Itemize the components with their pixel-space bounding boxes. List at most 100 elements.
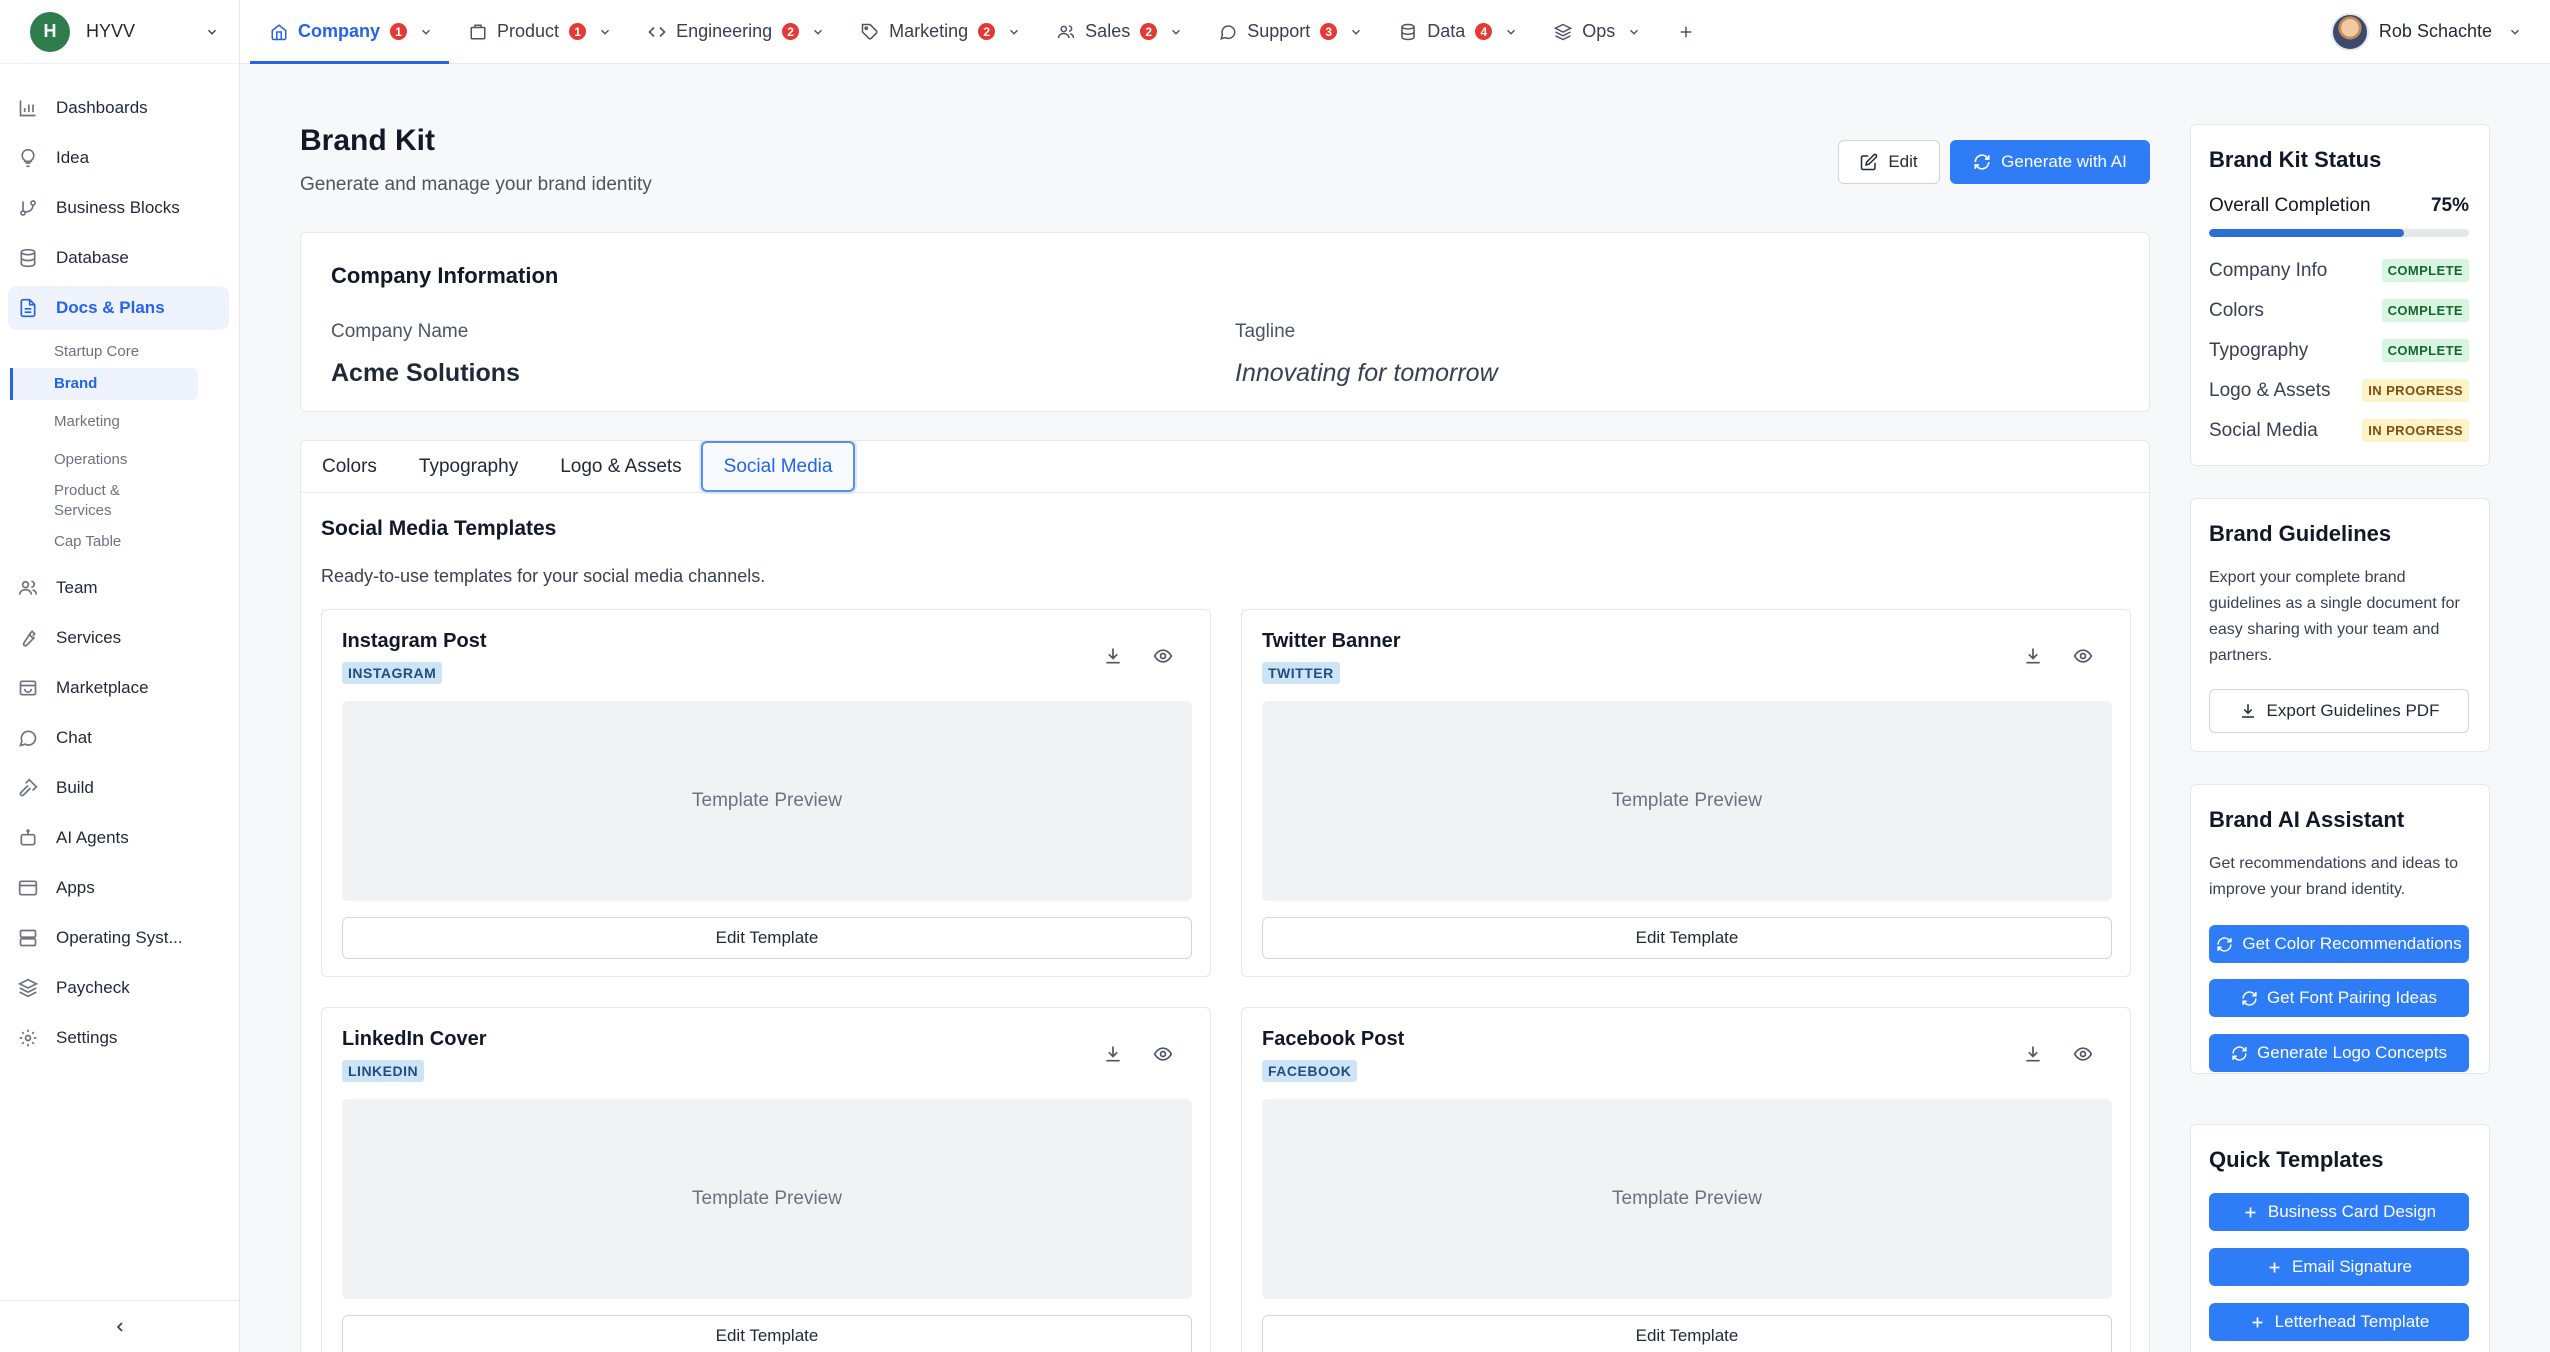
template-title: Twitter Banner (1262, 630, 1401, 652)
notification-badge: 3 (1320, 23, 1338, 40)
button-label: Generate Logo Concepts (2257, 1043, 2447, 1062)
subnav-item-operations[interactable]: Operations (10, 444, 198, 476)
export-guidelines-pdf-button[interactable]: Export Guidelines PDF (2209, 689, 2469, 733)
download-icon[interactable] (1103, 1044, 1123, 1064)
eye-icon[interactable] (1153, 646, 1173, 666)
generate-logo-concepts-button[interactable]: Generate Logo Concepts (2209, 1034, 2469, 1072)
eye-icon[interactable] (2073, 646, 2093, 666)
subnav-item-product-services[interactable]: Product & Services (10, 476, 130, 526)
sidebar-item-business-blocks[interactable]: Business Blocks (8, 186, 229, 230)
status-badge: COMPLETE (2381, 339, 2469, 362)
email-signature-button[interactable]: Email Signature (2209, 1248, 2469, 1286)
tab-data[interactable]: Data 4 (1379, 0, 1534, 63)
sidebar-item-chat[interactable]: Chat (8, 716, 229, 760)
ai-text: Get recommendations and ideas to improve… (2209, 855, 2459, 898)
top-nav: Company 1 Product 1 Engineering 2 Market… (240, 0, 2550, 64)
edit-template-button[interactable]: Edit Template (1262, 1315, 2112, 1352)
tab-social-media[interactable]: Social Media (700, 441, 856, 492)
sidebar-item-operating-system[interactable]: Operating Syst... (8, 916, 229, 960)
sidebar-item-label: Services (56, 628, 122, 647)
edit-template-button[interactable]: Edit Template (342, 917, 1192, 959)
business-card-design-button[interactable]: Business Card Design (2209, 1193, 2469, 1231)
workspace-switcher[interactable]: H HYVV (0, 0, 239, 64)
sidebar-item-label: Idea (56, 148, 90, 167)
get-color-recommendations-button[interactable]: Get Color Recommendations (2209, 925, 2469, 963)
tab-logo-assets[interactable]: Logo & Assets (539, 441, 702, 492)
subnav-item-brand[interactable]: Brand (10, 368, 198, 400)
sidebar-item-team[interactable]: Team (8, 566, 229, 610)
tab-engineering[interactable]: Engineering 2 (628, 0, 841, 63)
template-title: LinkedIn Cover (342, 1028, 487, 1050)
sidebar-item-services[interactable]: Services (8, 616, 229, 660)
sidebar-item-label: Apps (56, 878, 95, 897)
plus-icon (2252, 1317, 2263, 1327)
sidebar-nav: Dashboards Idea Business Blocks Database… (0, 64, 239, 1060)
sidebar-item-label: Build (56, 778, 94, 797)
overall-label: Overall Completion (2209, 195, 2371, 216)
sidebar-item-label: Docs & Plans (56, 298, 165, 317)
platform-badge: LINKEDIN (342, 1060, 425, 1082)
sidebar-item-ai-agents[interactable]: AI Agents (8, 816, 229, 860)
letterhead-template-button[interactable]: Letterhead Template (2209, 1303, 2469, 1341)
subnav-item-cap-table[interactable]: Cap Table (10, 526, 198, 558)
sidebar-item-marketplace[interactable]: Marketplace (8, 666, 229, 710)
tab-ops[interactable]: Ops (1534, 0, 1657, 63)
edit-button[interactable]: Edit (1838, 140, 1940, 184)
template-card-instagram: Instagram Post INSTAGRAM Template Previe… (321, 609, 1211, 977)
sidebar-item-paycheck[interactable]: Paycheck (8, 966, 229, 1010)
sidebar-item-label: Settings (56, 1028, 118, 1047)
sidebar-item-build[interactable]: Build (8, 766, 229, 810)
sidebar-item-label: Dashboards (56, 98, 148, 117)
download-icon[interactable] (1103, 646, 1123, 666)
add-tab-button[interactable] (1657, 0, 1715, 63)
tab-colors[interactable]: Colors (301, 441, 398, 492)
tab-sales[interactable]: Sales 2 (1037, 0, 1199, 63)
sidebar-item-database[interactable]: Database (8, 236, 229, 280)
collapse-sidebar-button[interactable] (0, 1300, 239, 1352)
sidebar-item-docs-plans[interactable]: Docs & Plans (8, 286, 229, 330)
tab-support[interactable]: Support 3 (1199, 0, 1379, 63)
tab-marketing[interactable]: Marketing 2 (841, 0, 1037, 63)
user-menu[interactable]: Rob Schachte (2330, 0, 2550, 63)
chevron-down-icon (1507, 29, 1516, 35)
sidebar-item-apps[interactable]: Apps (8, 866, 229, 910)
refresh-icon (2242, 990, 2257, 1006)
sidebar-item-label: Paycheck (56, 978, 130, 997)
notification-badge: 4 (1475, 23, 1493, 40)
edit-template-button[interactable]: Edit Template (342, 1315, 1192, 1352)
tab-company[interactable]: Company 1 (250, 0, 450, 64)
sidebar-item-label: Operating Syst... (56, 928, 183, 947)
pencil-icon (1861, 153, 1878, 171)
generate-with-ai-button[interactable]: Generate with AI (1950, 140, 2150, 184)
edit-template-button[interactable]: Edit Template (1262, 917, 2112, 959)
eye-icon[interactable] (1153, 1044, 1173, 1064)
overall-completion: Overall Completion 75% (2209, 195, 2469, 217)
tab-label: Engineering (676, 21, 773, 41)
robot-icon (16, 826, 40, 850)
server-icon (16, 926, 40, 950)
refresh-icon (2232, 1045, 2247, 1061)
sidebar-item-idea[interactable]: Idea (8, 136, 229, 180)
sidebar-item-settings[interactable]: Settings (8, 1016, 229, 1060)
wrench-icon (16, 626, 40, 650)
download-icon[interactable] (2023, 646, 2043, 666)
subnav-item-marketing[interactable]: Marketing (10, 406, 198, 438)
users-icon (16, 576, 40, 600)
tab-product[interactable]: Product 1 (449, 0, 628, 63)
overall-value: 75% (2430, 195, 2469, 216)
users-icon (1057, 24, 1075, 38)
download-icon[interactable] (2023, 1044, 2043, 1064)
tagline-label: Tagline (1235, 321, 1296, 342)
tab-label: Product (497, 21, 560, 41)
subnav-item-startup-core[interactable]: Startup Core (10, 336, 198, 368)
social-templates-title: Social Media Templates (321, 517, 557, 540)
tab-typography[interactable]: Typography (398, 441, 539, 492)
completion-progress-bar (2209, 229, 2469, 237)
get-font-pairing-ideas-button[interactable]: Get Font Pairing Ideas (2209, 979, 2469, 1017)
sidebar-item-dashboards[interactable]: Dashboards (8, 86, 229, 130)
tab-label: Marketing (889, 21, 969, 41)
eye-icon[interactable] (2073, 1044, 2093, 1064)
status-badge: COMPLETE (2381, 259, 2469, 282)
window-icon (16, 876, 40, 900)
gear-icon (16, 1026, 40, 1050)
